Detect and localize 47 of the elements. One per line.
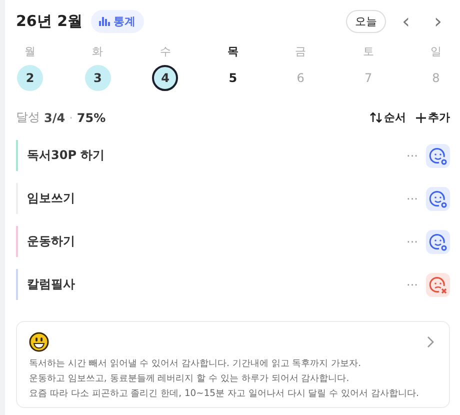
day-button[interactable]: 3 — [84, 65, 111, 91]
next-button[interactable]: › — [426, 11, 450, 31]
smiley-icon — [29, 332, 49, 352]
sort-button[interactable]: 순서 — [364, 110, 406, 125]
status-button[interactable] — [426, 230, 450, 254]
achievement-percent: 75% — [76, 110, 106, 124]
plus-icon — [416, 112, 426, 122]
status-button[interactable] — [426, 186, 450, 210]
month-title: 26년 2월 — [16, 12, 83, 30]
today-button[interactable]: 오늘 — [346, 10, 386, 32]
day-button[interactable]: 2 — [17, 65, 43, 91]
weekday-label: 토 — [362, 44, 374, 59]
achievement-label: 달성 — [16, 109, 40, 126]
task-row[interactable]: 임보쓰기 ··· — [16, 183, 450, 214]
sort-icon — [370, 112, 382, 123]
day-button[interactable]: 5 — [220, 65, 246, 91]
stats-button[interactable]: 통계 — [90, 10, 144, 32]
weekday-label: 목 — [227, 44, 238, 59]
separator-dot: · — [69, 110, 73, 124]
journal-text: 요즘 따라 다소 피곤하고 졸리긴 한데, 10~15분 자고 일어나서 다시 달릴 수 있어서 감사합니다. — [29, 387, 420, 401]
chevron-right-icon — [427, 336, 435, 348]
status-button[interactable] — [426, 272, 450, 296]
task-row[interactable]: 칼럼필사 ··· — [16, 269, 450, 300]
weekday-label: 화 — [92, 44, 104, 59]
task-title: 임보쓰기 — [27, 190, 76, 207]
previous-button[interactable]: ‹ — [394, 11, 418, 31]
face-icon — [429, 190, 447, 208]
status-button[interactable] — [426, 144, 450, 168]
task-title: 운동하기 — [27, 233, 76, 250]
journal-text: 독서하는 시간 빼서 읽어낼 수 있어서 감사합니다. 기간내에 읽고 독후까지 가보자. — [29, 357, 362, 371]
weekday-label: 수 — [160, 44, 171, 59]
task-row[interactable]: 운동하기 ··· — [16, 226, 450, 257]
weekday-label: 금 — [295, 44, 306, 59]
task-title: 독서30P 하기 — [27, 147, 106, 164]
add-button[interactable]: 추가 — [410, 110, 450, 125]
journal-text: 운동하고 임보쓰고, 동료분들께 레버리지 할 수 있는 하루가 되어서 감사합니다. — [29, 372, 350, 386]
achievement-count: 3/4 — [44, 110, 66, 124]
day-button[interactable]: 4 — [152, 65, 178, 91]
weekday-label: 월 — [24, 44, 36, 59]
face-icon — [429, 276, 447, 294]
face-icon — [429, 146, 447, 164]
weekday-label: 일 — [430, 44, 442, 59]
journal-card[interactable]: 독서하는 시간 빼서 읽어낼 수 있어서 감사합니다. 기간내에 읽고 독후까지 가보자. 운동하고 임보쓰고, 동료분들께 레버리지 할 수 있는 하루가 되어서 감사합니다. 요즘 따라 다소 피곤하고 졸리긴 한데, 10~15분 자고 일어나서 다시 달릴 수 있어서 감사합니다. — [16, 321, 450, 408]
bar-chart-icon — [98, 16, 110, 26]
task-title: 칼럼필사 — [27, 276, 76, 293]
task-row[interactable]: 독서30P 하기 ··· — [16, 140, 450, 171]
face-icon — [429, 232, 447, 250]
